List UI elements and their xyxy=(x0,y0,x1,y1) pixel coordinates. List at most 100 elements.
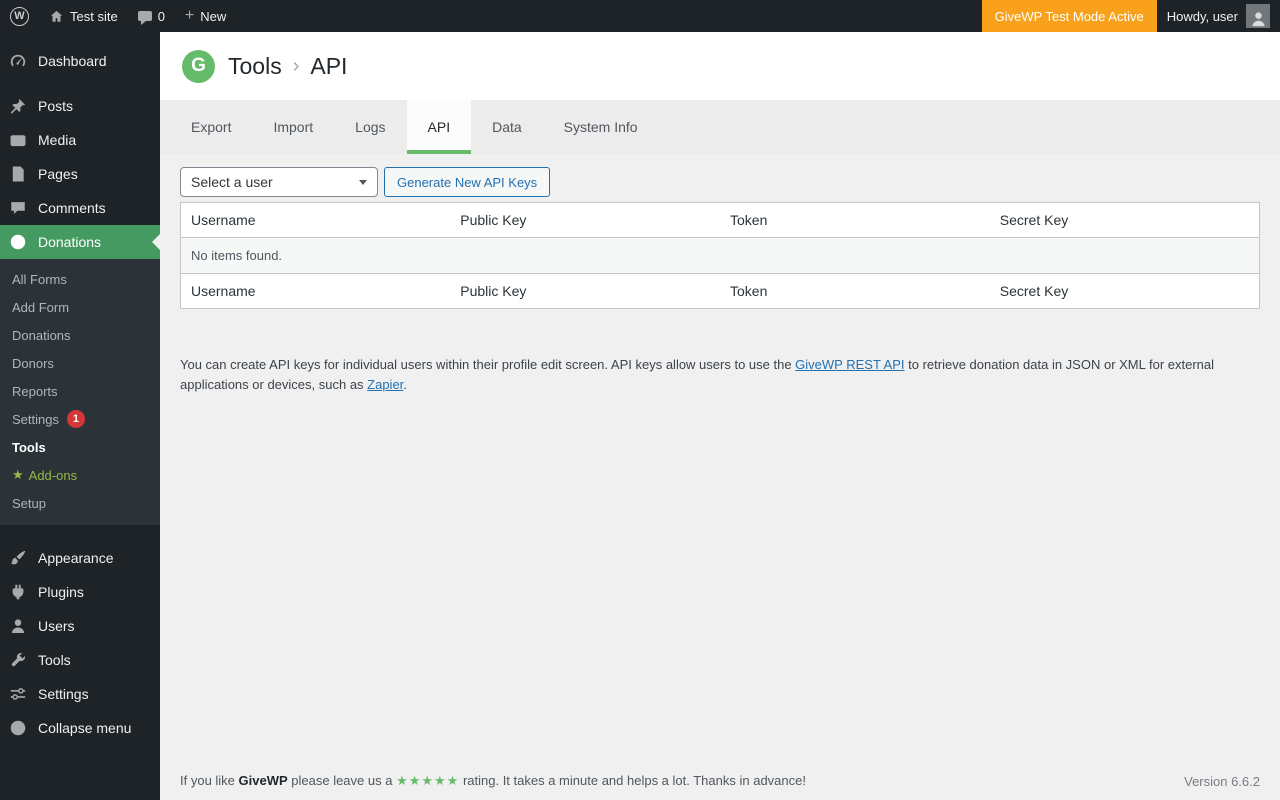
tab-import[interactable]: Import xyxy=(252,100,334,154)
submenu-item-settings[interactable]: Settings 1 xyxy=(0,405,160,433)
sidebar-item-appearance[interactable]: Appearance xyxy=(0,541,160,575)
footer-text: rating. It takes a minute and helps a lo… xyxy=(459,773,806,788)
menu-separator xyxy=(0,78,160,89)
site-name-label: Test site xyxy=(70,8,118,24)
user-select-dropdown[interactable]: Select a user xyxy=(180,167,378,197)
footer-header-username: Username xyxy=(191,283,256,299)
settings-tab-bar: Export Import Logs API Data System Info xyxy=(160,100,1280,154)
site-name-link[interactable]: Test site xyxy=(39,0,128,32)
tab-export[interactable]: Export xyxy=(170,100,252,154)
api-controls: Select a user Generate New API Keys xyxy=(180,167,1260,197)
sidebar-item-dashboard[interactable]: Dashboard xyxy=(0,44,160,78)
submenu-item-all-forms[interactable]: All Forms xyxy=(0,265,160,293)
description-text: . xyxy=(403,377,407,393)
api-description: You can create API keys for individual u… xyxy=(180,355,1260,395)
breadcrumb-separator-icon: › xyxy=(292,54,300,77)
empty-row-message: No items found. xyxy=(180,237,1260,274)
camera-icon xyxy=(8,130,28,150)
tab-system-info[interactable]: System Info xyxy=(543,100,659,154)
sidebar-item-label: Tools xyxy=(38,652,71,668)
submenu-item-add-form[interactable]: Add Form xyxy=(0,293,160,321)
submenu-label: Add Form xyxy=(12,299,70,315)
rating-stars-link[interactable]: ★★★★★ xyxy=(396,773,459,788)
submenu-item-donors[interactable]: Donors xyxy=(0,349,160,377)
star-icon: ★ xyxy=(12,467,24,482)
test-mode-badge[interactable]: GiveWP Test Mode Active xyxy=(981,0,1157,32)
table-header-row: Username Public Key Token Secret Key xyxy=(180,202,1260,238)
footer-text: please leave us a xyxy=(287,773,397,788)
header-public-key: Public Key xyxy=(450,202,720,238)
comments-bubble-icon xyxy=(137,11,152,25)
sidebar-item-label: Settings xyxy=(38,686,89,702)
submenu-item-donations[interactable]: Donations xyxy=(0,321,160,349)
plug-icon xyxy=(8,582,28,602)
givewp-rest-api-link[interactable]: GiveWP REST API xyxy=(795,357,904,372)
sidebar-item-donations[interactable]: G Donations xyxy=(0,225,160,259)
sidebar-item-comments[interactable]: Comments xyxy=(0,191,160,225)
plus-icon: + xyxy=(184,7,195,24)
home-icon xyxy=(49,9,64,24)
chevron-down-icon xyxy=(359,179,367,185)
sidebar-item-plugins[interactable]: Plugins xyxy=(0,575,160,609)
tab-data[interactable]: Data xyxy=(471,100,543,154)
sidebar-item-label: Posts xyxy=(38,98,74,114)
settings-notification-badge: 1 xyxy=(66,410,85,428)
wordpress-logo-icon: W xyxy=(10,6,29,26)
sliders-icon xyxy=(8,684,28,704)
sidebar-item-label: Dashboard xyxy=(38,53,107,69)
new-content-button[interactable]: + New xyxy=(175,0,236,32)
rating-request: If you like GiveWP please leave us a ★★★… xyxy=(180,773,806,789)
sidebar-item-label: Donations xyxy=(38,234,102,250)
page-title: Tools › API xyxy=(228,53,347,80)
sidebar-item-media[interactable]: Media xyxy=(0,123,160,157)
main-content: G Tools › API Export Import Logs API Dat… xyxy=(160,32,1280,800)
api-keys-table: Username Public Key Token Secret Key No … xyxy=(180,202,1260,309)
comments-link[interactable]: 0 xyxy=(128,0,175,32)
submenu-item-reports[interactable]: Reports xyxy=(0,377,160,405)
sidebar-item-label: Comments xyxy=(38,200,106,216)
wordpress-logo-menu[interactable]: W xyxy=(0,0,39,32)
givewp-logo-icon: G xyxy=(182,49,215,83)
collapse-arrow-icon xyxy=(8,718,28,738)
sidebar-item-users[interactable]: Users xyxy=(0,609,160,643)
new-label: New xyxy=(200,8,227,24)
header-secret-key: Secret Key xyxy=(989,202,1260,238)
generate-api-keys-button[interactable]: Generate New API Keys xyxy=(384,167,551,197)
greeting-label: Howdy, user xyxy=(1166,8,1238,24)
submenu-label: Donations xyxy=(12,327,71,343)
footer-text: If you like xyxy=(180,773,239,788)
sidebar-item-posts[interactable]: Posts xyxy=(0,89,160,123)
tab-logs[interactable]: Logs xyxy=(334,100,406,154)
page-header: G Tools › API xyxy=(160,32,1280,100)
person-icon xyxy=(8,616,28,636)
page-title-primary: Tools xyxy=(228,52,282,79)
sidebar-item-settings[interactable]: Settings xyxy=(0,677,160,711)
pushpin-icon xyxy=(8,96,28,116)
api-panel: Select a user Generate New API Keys User… xyxy=(160,154,1280,800)
speech-bubble-icon xyxy=(8,198,28,218)
submenu-item-add-ons[interactable]: ★ Add-ons xyxy=(0,461,160,489)
table-footer-row: Username Public Key Token Secret Key xyxy=(181,274,1260,309)
sidebar-item-label: Plugins xyxy=(38,584,84,600)
sidebar-item-pages[interactable]: Pages xyxy=(0,157,160,191)
sidebar-item-label: Users xyxy=(38,618,75,634)
submenu-label: Reports xyxy=(12,383,58,399)
account-menu[interactable]: Howdy, user xyxy=(1157,0,1280,32)
description-text: You can create API keys for individual u… xyxy=(180,357,796,372)
sidebar-item-label: Collapse menu xyxy=(38,720,132,736)
collapse-menu-button[interactable]: Collapse menu xyxy=(0,711,160,745)
submenu-label: Donors xyxy=(12,355,54,371)
submenu-item-setup[interactable]: Setup xyxy=(0,489,160,517)
submenu-item-tools[interactable]: Tools xyxy=(0,433,160,461)
footer-header-secret-key: Secret Key xyxy=(999,283,1069,299)
paintbrush-icon xyxy=(8,548,28,568)
submenu-label: Add-ons xyxy=(28,467,78,483)
page-footer: If you like GiveWP please leave us a ★★★… xyxy=(180,773,1260,789)
submenu-label: Setup xyxy=(12,495,46,511)
svg-text:G: G xyxy=(15,237,22,247)
footer-header-public-key: Public Key xyxy=(460,283,527,299)
page-title-secondary: API xyxy=(310,52,348,79)
tab-api[interactable]: API xyxy=(406,100,472,154)
sidebar-item-tools[interactable]: Tools xyxy=(0,643,160,677)
zapier-link[interactable]: Zapier xyxy=(367,377,403,392)
